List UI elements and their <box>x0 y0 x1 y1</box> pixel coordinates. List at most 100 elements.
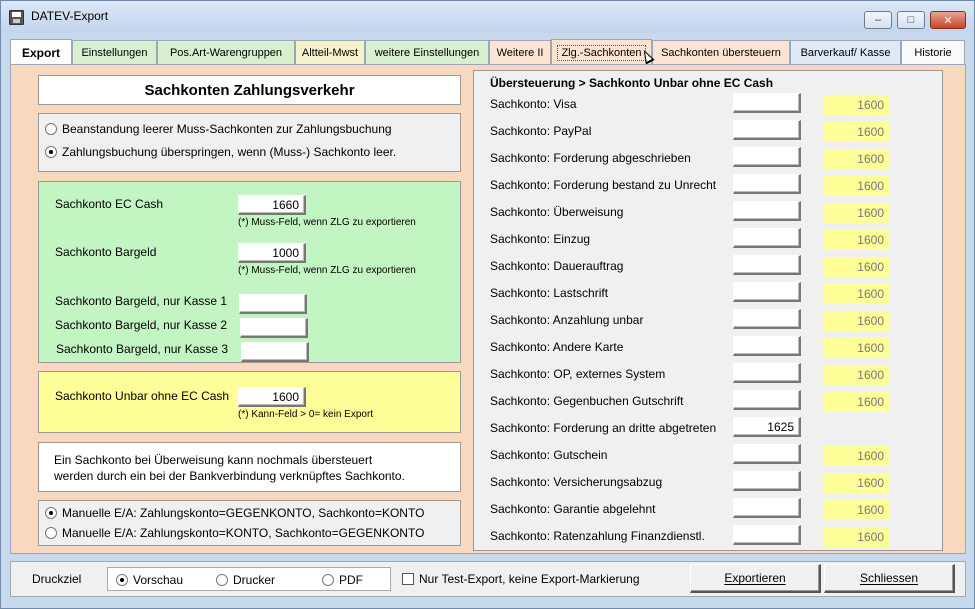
override-row: Sachkonto: Gutschein 1600 <box>474 444 944 471</box>
kasse3-input[interactable] <box>241 342 309 362</box>
inherited-account-value: 1600 <box>823 95 889 115</box>
override-row: Sachkonto: Forderung bestand zu Unrecht 1… <box>474 174 944 201</box>
option-ueberspringen[interactable]: Zahlungsbuchung überspringen, wenn (Muss… <box>45 145 396 159</box>
option-pdf[interactable]: PDF <box>322 573 363 587</box>
option-vorschau[interactable]: Vorschau <box>116 573 183 587</box>
radio-icon <box>45 527 57 539</box>
inherited-account-value: 1600 <box>823 392 889 412</box>
override-account-input[interactable] <box>733 228 801 248</box>
test-export-label: Nur Test-Export, keine Export-Markierung <box>419 572 640 586</box>
kasse2-input[interactable] <box>240 318 308 338</box>
unbar-input[interactable]: 1600 <box>238 387 306 407</box>
unbar-note: (*) Kann-Feld > 0= kein Export <box>238 409 374 420</box>
override-row: Sachkonto: Andere Karte 1600 <box>474 336 944 363</box>
option-label: Manuelle E/A: Zahlungskonto=GEGENKONTO, … <box>62 506 425 520</box>
tab-label: Pos.Art-Warengruppen <box>169 46 283 59</box>
override-account-input[interactable] <box>733 201 801 221</box>
inherited-account-value: 1600 <box>823 230 889 250</box>
druckziel-group: Vorschau Drucker PDF <box>107 567 391 591</box>
inherited-account-value: 1600 <box>823 149 889 169</box>
override-account-input[interactable] <box>733 147 801 167</box>
option-drucker[interactable]: Drucker <box>216 573 275 587</box>
override-account-input[interactable] <box>733 471 801 491</box>
inherited-account-value: 1600 <box>823 527 889 547</box>
inherited-account-value: 1600 <box>823 365 889 385</box>
override-row-label: Sachkonto: Lastschrift <box>490 286 609 300</box>
override-row-label: Sachkonto: Forderung bestand zu Unrecht <box>490 178 717 192</box>
override-row-label: Sachkonto: OP, externes System <box>490 367 666 381</box>
inherited-account-value: 1600 <box>823 473 889 493</box>
override-account-input[interactable] <box>733 255 801 275</box>
tab-zlg-sachkonten[interactable]: Zlg.-Sachkonten <box>551 39 652 65</box>
override-row-label: Sachkonto: Versicherungsabzug <box>490 475 663 489</box>
tab-sachkonten-uebersteuern[interactable]: Sachkonten übersteuern <box>652 40 790 64</box>
floppy-disk-icon <box>9 10 24 25</box>
datev-export-window: DATEV-Export – □ ✕ Export Einstellungen … <box>0 0 975 609</box>
option-label: PDF <box>339 573 363 587</box>
override-row: Sachkonto: OP, externes System 1600 <box>474 363 944 390</box>
override-row: Sachkonto: Ratenzahlung Finanzdienstl. 16… <box>474 525 944 552</box>
export-button[interactable]: Exportieren <box>690 564 821 593</box>
title-bar: DATEV-Export – □ ✕ <box>1 1 974 33</box>
override-account-input[interactable]: 1625 <box>733 417 801 437</box>
radio-icon <box>45 123 57 135</box>
tab-pos-art-warengruppen[interactable]: Pos.Art-Warengruppen <box>157 40 295 64</box>
tab-einstellungen[interactable]: Einstellungen <box>72 40 157 64</box>
override-row: Sachkonto: Visa 1600 <box>474 93 944 120</box>
tab-altteil-mwst[interactable]: Altteil-Mwst <box>295 40 365 64</box>
option-manual-gegenkonto[interactable]: Manuelle E/A: Zahlungskonto=GEGENKONTO, … <box>45 506 424 520</box>
minimize-button[interactable]: – <box>864 11 892 29</box>
tab-barverkauf-kasse[interactable]: Barverkauf/ Kasse <box>790 40 901 64</box>
override-account-input[interactable] <box>733 309 801 329</box>
override-account-input[interactable] <box>733 336 801 356</box>
tab-weitere-einstellungen[interactable]: weitere Einstellungen <box>365 40 489 64</box>
override-row-label: Sachkonto: Andere Karte <box>490 340 624 354</box>
override-account-input[interactable] <box>733 363 801 383</box>
tab-label: Einstellungen <box>81 46 148 59</box>
export-button-label: Exportieren <box>724 571 786 585</box>
override-account-input[interactable] <box>733 120 801 140</box>
inherited-account-value: 1600 <box>823 122 889 142</box>
override-row: Sachkonto: Anzahlung unbar 1600 <box>474 309 944 336</box>
inherited-account-value: 1600 <box>823 284 889 304</box>
override-account-input[interactable] <box>733 525 801 545</box>
override-row-label: Sachkonto: Gegenbuchen Gutschrift <box>490 394 684 408</box>
override-row-label: Sachkonto: Anzahlung unbar <box>490 313 644 327</box>
radio-selected-icon <box>45 507 57 519</box>
tab-label: Zlg.-Sachkonten <box>557 44 646 61</box>
override-row-label: Sachkonto: Garantie abgelehnt <box>490 502 656 516</box>
close-button-label: Schliessen <box>859 571 919 585</box>
override-account-input[interactable] <box>733 390 801 410</box>
override-account-input[interactable] <box>733 498 801 518</box>
override-panel-title: Übersteuerung > Sachkonto Unbar ohne EC … <box>490 76 774 90</box>
override-row-label: Sachkonto: Visa <box>490 97 577 111</box>
option-beanstandung[interactable]: Beanstandung leerer Muss-Sachkonten zur … <box>45 122 392 136</box>
bargeld-input[interactable]: 1000 <box>238 243 306 263</box>
radio-selected-icon <box>116 574 128 586</box>
radio-selected-icon <box>45 146 57 158</box>
override-row: Sachkonto: PayPal 1600 <box>474 120 944 147</box>
override-row: Sachkonto: Forderung an dritte abgetrete… <box>474 417 944 444</box>
close-button[interactable]: Schliessen <box>824 564 955 593</box>
close-window-button[interactable]: ✕ <box>930 11 966 29</box>
radio-icon <box>322 574 334 586</box>
override-account-input[interactable] <box>733 174 801 194</box>
override-account-input[interactable] <box>733 444 801 464</box>
tab-export[interactable]: Export <box>10 39 72 65</box>
option-manual-konto[interactable]: Manuelle E/A: Zahlungskonto=KONTO, Sachk… <box>45 526 424 540</box>
tab-weitere-ii[interactable]: Weitere II <box>489 40 551 64</box>
tab-historie[interactable]: Historie <box>901 40 965 64</box>
test-export-checkbox[interactable]: Nur Test-Export, keine Export-Markierung <box>402 572 640 586</box>
inherited-account-value: 1600 <box>823 257 889 277</box>
override-row-label: Sachkonto: Überweisung <box>490 205 624 219</box>
kasse1-label: Sachkonto Bargeld, nur Kasse 1 <box>55 294 228 308</box>
kasse1-input[interactable] <box>239 294 307 314</box>
bargeld-accounts-panel: Sachkonto EC Cash 1660 (*) Muss-Feld, we… <box>38 181 461 363</box>
option-label: Manuelle E/A: Zahlungskonto=KONTO, Sachk… <box>62 526 425 540</box>
ec-cash-input[interactable]: 1660 <box>238 195 306 215</box>
override-account-input[interactable] <box>733 282 801 302</box>
ec-cash-note: (*) Muss-Feld, wenn ZLG zu exportieren <box>238 217 416 228</box>
override-account-input[interactable] <box>733 93 801 113</box>
empty-account-option-group: Beanstandung leerer Muss-Sachkonten zur … <box>38 113 461 172</box>
maximize-button[interactable]: □ <box>897 11 925 29</box>
